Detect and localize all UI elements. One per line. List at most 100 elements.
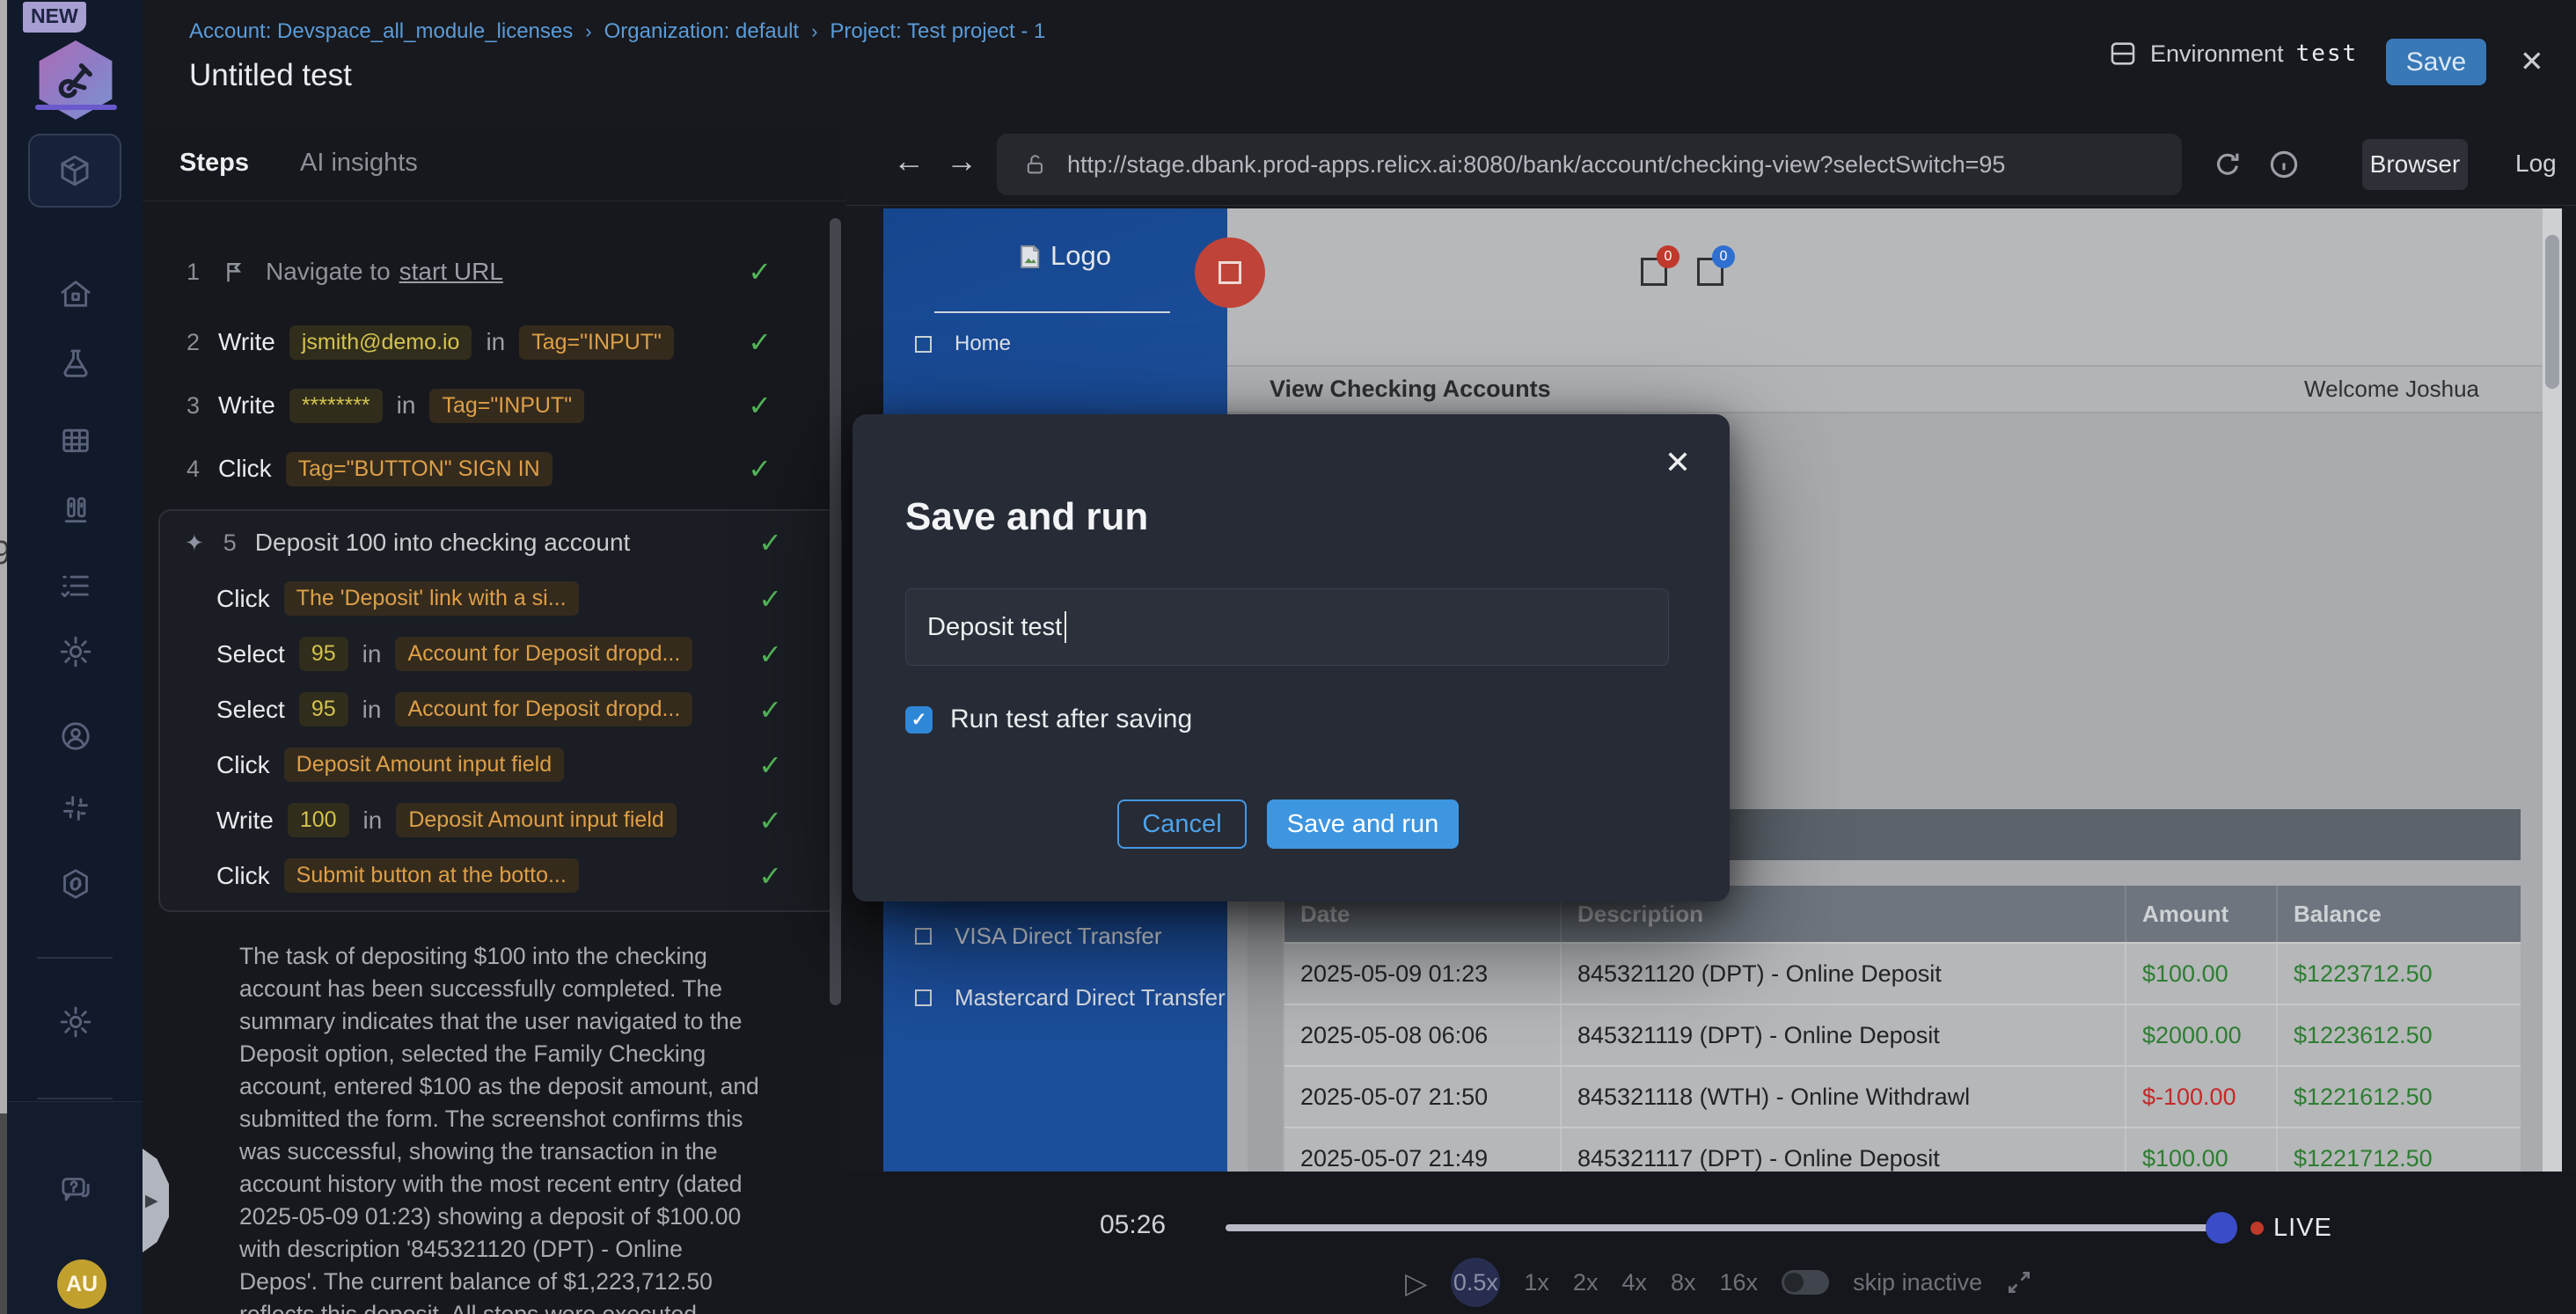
sidebar-item-admin-settings[interactable] — [55, 1002, 96, 1042]
cell-amount: $100.00 — [2126, 944, 2278, 1004]
step-row[interactable]: 4 Click Tag="BUTTON" SIGN IN ✓ — [143, 437, 845, 500]
back-arrow-icon[interactable]: ← — [893, 142, 925, 179]
tab-ai-insights[interactable]: AI insights — [300, 149, 418, 178]
bank-scrollbar[interactable] — [2543, 208, 2562, 1172]
sidebar-item-builder-active[interactable] — [28, 134, 121, 208]
step-value-badge[interactable]: ******** — [289, 389, 383, 423]
step-locator-badge[interactable]: Account for Deposit dropd... — [395, 637, 692, 671]
sub-step-row[interactable]: Select 95 in Account for Deposit dropd..… — [160, 626, 840, 682]
step-locator-badge[interactable]: Deposit Amount input field — [284, 748, 564, 782]
sidebar-item-integrations[interactable] — [55, 788, 96, 829]
table-row[interactable]: 2025-05-07 21:50 845321118 (WTH) - Onlin… — [1284, 1065, 2521, 1127]
speed-16x[interactable]: 16x — [1720, 1269, 1759, 1296]
record-stop-button[interactable] — [1195, 237, 1265, 308]
table-row[interactable]: 2025-05-07 21:49 845321117 (DPT) - Onlin… — [1284, 1127, 2521, 1172]
dialog-title: Save and run — [905, 495, 1148, 539]
bank-nav-home[interactable]: Home — [915, 332, 1011, 356]
sidebar-item-runs[interactable] — [55, 566, 96, 606]
close-icon[interactable]: ✕ — [2520, 44, 2544, 78]
step-locator-badge[interactable]: Deposit Amount input field — [396, 803, 676, 837]
column-header-amount[interactable]: Amount — [2126, 886, 2278, 942]
playback-controls: ▷ 0.5x 1x 2x 4x 8x 16x skip inactive — [1405, 1256, 2032, 1309]
steps-scrollbar[interactable] — [830, 218, 841, 1005]
sub-step-row[interactable]: Click Submit button at the botto... ✓ — [160, 848, 840, 903]
speed-0.5x[interactable]: 0.5x — [1451, 1258, 1500, 1307]
sub-step-row[interactable]: Click The 'Deposit' link with a si... ✓ — [160, 571, 840, 626]
start-url-link[interactable]: start URL — [399, 258, 503, 286]
step-value-badge[interactable]: jsmith@demo.io — [289, 325, 472, 360]
step-row[interactable]: 3 Write ******** in Tag="INPUT" ✓ — [143, 374, 845, 437]
ai-summary-text: The task of depositing $100 into the che… — [239, 940, 760, 1314]
sidebar-item-grid[interactable] — [55, 420, 96, 461]
environment-selector[interactable]: Environment test — [2108, 39, 2358, 69]
stop-square-icon — [1218, 261, 1241, 284]
sidebar-item-home[interactable] — [55, 274, 96, 314]
step-locator-badge[interactable]: Tag="INPUT" — [519, 325, 674, 360]
timeline-track[interactable] — [1226, 1224, 2212, 1231]
save-button[interactable]: Save — [2386, 39, 2486, 85]
table-row[interactable]: 2025-05-08 06:06 845321119 (DPT) - Onlin… — [1284, 1004, 2521, 1065]
bank-nav-mastercard[interactable]: Mastercard Direct Transfer — [915, 984, 1226, 1011]
sub-step-row[interactable]: Select 95 in Account for Deposit dropd..… — [160, 682, 840, 737]
breadcrumb-organization[interactable]: Organization: default — [604, 19, 799, 44]
bank-nav-visa[interactable]: VISA Direct Transfer — [915, 923, 1162, 950]
step-locator-badge[interactable]: Submit button at the botto... — [284, 858, 579, 893]
bank-scrollbar-thumb[interactable] — [2545, 235, 2559, 389]
step-locator-badge[interactable]: Tag="BUTTON" SIGN IN — [286, 452, 553, 486]
timeline-playhead[interactable] — [2206, 1212, 2237, 1244]
sub-step-row[interactable]: Write 100 in Deposit Amount input field … — [160, 792, 840, 848]
sidebar-item-suites[interactable] — [55, 491, 96, 531]
step-value-badge[interactable]: 95 — [299, 692, 348, 726]
speed-8x[interactable]: 8x — [1671, 1269, 1696, 1296]
cube-icon — [56, 152, 93, 189]
table-row[interactable]: 2025-05-09 01:23 845321120 (DPT) - Onlin… — [1284, 942, 2521, 1004]
sidebar-item-lab[interactable] — [55, 344, 96, 384]
step-value-badge[interactable]: 95 — [299, 637, 348, 671]
close-icon[interactable]: ✕ — [1665, 444, 1691, 481]
cell-amount: $2000.00 — [2126, 1005, 2278, 1065]
sidebar-item-help[interactable] — [55, 1170, 96, 1210]
breadcrumb-account[interactable]: Account: Devspace_all_module_licenses — [189, 19, 573, 44]
test-name-input[interactable]: Deposit test — [905, 588, 1669, 666]
test-name-value: Deposit test — [927, 613, 1062, 642]
breadcrumb-project[interactable]: Project: Test project - 1 — [830, 19, 1045, 44]
column-header-balance[interactable]: Balance — [2278, 886, 2521, 942]
run-after-saving-option[interactable]: ✓ Run test after saving — [905, 704, 1192, 734]
speed-4x[interactable]: 4x — [1621, 1269, 1647, 1296]
ai-step-group: ✦ 5 Deposit 100 into checking account ✓ … — [158, 509, 842, 912]
forward-arrow-icon[interactable]: → — [946, 142, 977, 179]
sub-step-row[interactable]: Click Deposit Amount input field ✓ — [160, 737, 840, 792]
environment-value: test — [2296, 40, 2359, 67]
speed-1x[interactable]: 1x — [1524, 1269, 1549, 1296]
sidebar-item-settings[interactable] — [55, 631, 96, 672]
save-and-run-button[interactable]: Save and run — [1267, 799, 1459, 849]
cell-balance: $1223712.50 — [2278, 944, 2521, 1004]
checkbox-checked-icon[interactable]: ✓ — [905, 706, 933, 734]
step-row[interactable]: 2 Write jsmith@demo.io in Tag="INPUT" ✓ — [143, 310, 845, 374]
tab-browser[interactable]: Browser — [2362, 139, 2468, 190]
sidebar-item-connections[interactable] — [55, 864, 96, 904]
url-bar[interactable]: http://stage.dbank.prod-apps.relicx.ai:8… — [997, 134, 2182, 195]
cancel-button[interactable]: Cancel — [1117, 799, 1247, 849]
bank-logo[interactable]: Logo — [1015, 240, 1111, 272]
play-button[interactable]: ▷ — [1405, 1266, 1427, 1300]
step-success-check-icon: ✓ — [758, 638, 782, 671]
ai-step-header[interactable]: ✦ 5 Deposit 100 into checking account ✓ — [160, 515, 840, 571]
notification-count-badge: 0 — [1657, 245, 1680, 268]
fullscreen-expand-icon[interactable] — [2006, 1269, 2032, 1296]
step-locator-badge[interactable]: Account for Deposit dropd... — [395, 692, 692, 726]
info-icon[interactable] — [2267, 148, 2301, 181]
step-value-badge[interactable]: 100 — [288, 803, 349, 837]
step-locator-badge[interactable]: Tag="INPUT" — [429, 389, 584, 423]
speed-2x[interactable]: 2x — [1573, 1269, 1599, 1296]
refresh-icon[interactable] — [2211, 148, 2244, 181]
bank-logo-divider — [934, 311, 1170, 313]
step-locator-badge[interactable]: The 'Deposit' link with a si... — [284, 581, 579, 616]
new-badge: NEW — [23, 2, 86, 33]
step-row[interactable]: 1 Navigate to start URL ✓ — [143, 233, 845, 310]
sidebar-item-agent[interactable] — [55, 716, 96, 756]
tab-steps[interactable]: Steps — [179, 149, 249, 178]
user-avatar[interactable]: AU — [57, 1259, 106, 1309]
tab-log[interactable]: Log — [2515, 150, 2557, 178]
skip-inactive-toggle[interactable] — [1782, 1270, 1829, 1295]
